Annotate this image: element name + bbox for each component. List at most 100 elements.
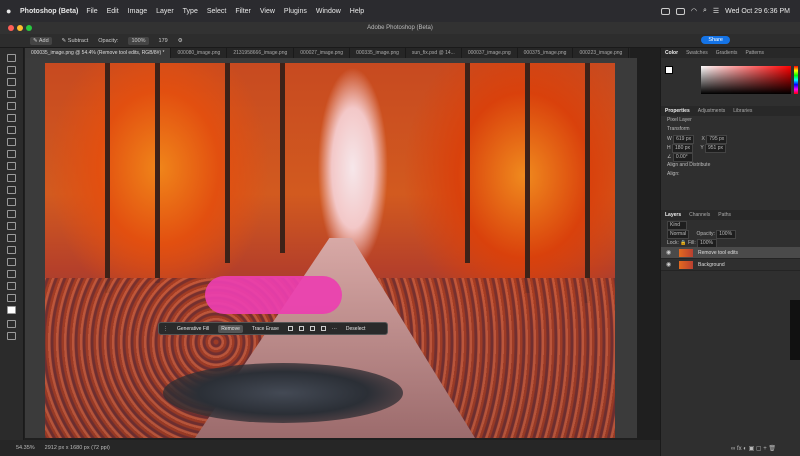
tab-paths[interactable]: Paths bbox=[718, 212, 731, 218]
blend-mode-select[interactable]: Normal bbox=[667, 230, 690, 239]
mask-icon[interactable] bbox=[309, 326, 315, 331]
move-tool-icon[interactable] bbox=[7, 54, 16, 62]
crop-tool-icon[interactable] bbox=[7, 102, 16, 110]
battery-icon[interactable] bbox=[675, 7, 685, 15]
tab-layers[interactable]: Layers bbox=[665, 212, 681, 218]
search-icon[interactable]: ⌕ bbox=[703, 7, 707, 15]
layer-opacity-input[interactable]: 100% bbox=[716, 230, 737, 239]
close-icon[interactable] bbox=[8, 25, 14, 31]
tab-doc-4[interactable]: 000027_image.png bbox=[294, 48, 351, 58]
expand-icon[interactable] bbox=[298, 326, 304, 331]
select-tool-icon[interactable] bbox=[7, 90, 16, 98]
angle-input[interactable]: 0.00° bbox=[672, 153, 693, 162]
menu-filter[interactable]: Filter bbox=[235, 8, 251, 15]
stamp-tool-icon[interactable] bbox=[7, 162, 16, 170]
menu-layer[interactable]: Layer bbox=[156, 8, 174, 15]
healing-brush-icon[interactable] bbox=[7, 138, 16, 146]
blur-tool-icon[interactable] bbox=[7, 210, 16, 218]
document-canvas[interactable] bbox=[45, 63, 615, 438]
tab-gradients[interactable]: Gradients bbox=[716, 50, 738, 56]
path-select-icon[interactable] bbox=[7, 258, 16, 266]
quick-mask-icon[interactable] bbox=[7, 320, 16, 328]
control-center-icon[interactable]: ☰ bbox=[713, 7, 719, 15]
x-input[interactable]: 795 px bbox=[706, 135, 728, 144]
drag-handle-icon[interactable]: ⋮ bbox=[163, 326, 168, 332]
opacity-input[interactable]: 100% bbox=[128, 36, 149, 45]
brush-tool-icon[interactable] bbox=[7, 150, 16, 158]
eraser-tool-icon[interactable] bbox=[7, 186, 16, 194]
menu-type[interactable]: Type bbox=[183, 8, 198, 15]
tab-doc-7[interactable]: 000037_image.png bbox=[462, 48, 518, 58]
tab-channels[interactable]: Channels bbox=[689, 212, 710, 218]
tab-libraries[interactable]: Libraries bbox=[733, 108, 752, 114]
share-button[interactable]: Share bbox=[701, 36, 730, 44]
visibility-eye-icon[interactable]: ◉ bbox=[666, 249, 671, 256]
tab-doc-9[interactable]: 000223_image.png bbox=[573, 48, 630, 58]
foreground-swatch[interactable] bbox=[665, 66, 673, 74]
generative-fill-button[interactable]: Generative Fill bbox=[174, 325, 212, 333]
remove-button[interactable]: Remove bbox=[218, 324, 243, 333]
add-button[interactable]: ✎ Add bbox=[30, 36, 52, 45]
zoom-level[interactable]: 54.35% bbox=[16, 445, 35, 451]
pen-tool-icon[interactable] bbox=[7, 234, 16, 242]
history-brush-icon[interactable] bbox=[7, 174, 16, 182]
transform-header[interactable]: Transform bbox=[661, 125, 800, 134]
visibility-eye-icon[interactable]: ◉ bbox=[666, 261, 671, 268]
marquee-tool-icon[interactable] bbox=[7, 66, 16, 74]
tab-doc-1[interactable]: 000035_image.png @ 54.4% (Remove tool ed… bbox=[25, 48, 172, 58]
menu-file[interactable]: File bbox=[86, 8, 97, 15]
y-input[interactable]: 951 px bbox=[704, 144, 726, 153]
maximize-icon[interactable] bbox=[26, 25, 32, 31]
tab-swatches[interactable]: Swatches bbox=[686, 50, 708, 56]
trace-erase-button[interactable]: Trace Erase bbox=[249, 325, 282, 333]
tab-doc-8[interactable]: 000375_image.png bbox=[518, 48, 574, 58]
layer-row[interactable]: ◉ Remove tool edits bbox=[661, 247, 800, 259]
layer-row[interactable]: ◉ Background bbox=[661, 259, 800, 271]
hand-tool-icon[interactable] bbox=[7, 282, 16, 290]
eyedropper-icon[interactable] bbox=[7, 126, 16, 134]
foreground-color-icon[interactable] bbox=[7, 306, 16, 314]
menu-window[interactable]: Window bbox=[316, 8, 341, 15]
screen-mode-icon[interactable] bbox=[7, 332, 16, 340]
lock-icon[interactable]: 🔒 bbox=[680, 240, 686, 246]
align-header[interactable]: Align and Distribute bbox=[661, 161, 800, 170]
menu-plugins[interactable]: Plugins bbox=[284, 8, 307, 15]
app-menu[interactable]: Photoshop (Beta) bbox=[20, 8, 78, 15]
lasso-tool-icon[interactable] bbox=[7, 78, 16, 86]
menu-view[interactable]: View bbox=[260, 8, 275, 15]
tab-adjustments[interactable]: Adjustments bbox=[698, 108, 726, 114]
color-picker-field[interactable] bbox=[701, 66, 791, 94]
subtract-button[interactable]: ✎ Subtract bbox=[62, 38, 89, 44]
frame-tool-icon[interactable] bbox=[7, 114, 16, 122]
remove-brush-mask[interactable] bbox=[205, 276, 342, 314]
clock[interactable]: Wed Oct 29 6:36 PM bbox=[725, 8, 790, 15]
wifi-icon[interactable]: ◠ bbox=[691, 7, 697, 15]
height-input[interactable]: 180 px bbox=[672, 144, 694, 153]
kind-filter[interactable]: Kind bbox=[667, 221, 687, 230]
canvas-area[interactable] bbox=[25, 58, 637, 438]
layers-bottom-toolbar[interactable]: ∞ fx ◐ ▣ ▢ + 🗑 bbox=[731, 445, 776, 452]
minimize-icon[interactable] bbox=[17, 25, 23, 31]
gradient-tool-icon[interactable] bbox=[7, 198, 16, 206]
tab-doc-6[interactable]: sun_fix.psd @ 14... bbox=[406, 48, 462, 58]
tab-properties[interactable]: Properties bbox=[665, 108, 690, 114]
dodge-tool-icon[interactable] bbox=[7, 222, 16, 230]
menu-edit[interactable]: Edit bbox=[107, 8, 119, 15]
tab-doc-5[interactable]: 000335_image.png bbox=[350, 48, 406, 58]
more-button[interactable]: ··· bbox=[332, 326, 337, 332]
width-input[interactable]: 619 px bbox=[673, 135, 695, 144]
shape-tool-icon[interactable] bbox=[7, 270, 16, 278]
brush-icon[interactable] bbox=[287, 326, 293, 331]
apple-icon[interactable]: ● bbox=[6, 6, 16, 16]
brush-size[interactable]: 179 bbox=[159, 38, 168, 44]
menu-select[interactable]: Select bbox=[207, 8, 226, 15]
tab-patterns[interactable]: Patterns bbox=[745, 50, 764, 56]
menu-help[interactable]: Help bbox=[350, 8, 364, 15]
menu-image[interactable]: Image bbox=[128, 8, 147, 15]
tab-doc-3[interactable]: 2131958666_image.png bbox=[227, 48, 295, 58]
hue-slider[interactable] bbox=[794, 66, 798, 94]
gear-icon[interactable]: ⚙ bbox=[178, 38, 183, 44]
tab-doc-2[interactable]: 000080_image.png bbox=[171, 48, 228, 58]
screen-icon[interactable] bbox=[660, 7, 670, 15]
fill-icon[interactable] bbox=[320, 326, 326, 331]
